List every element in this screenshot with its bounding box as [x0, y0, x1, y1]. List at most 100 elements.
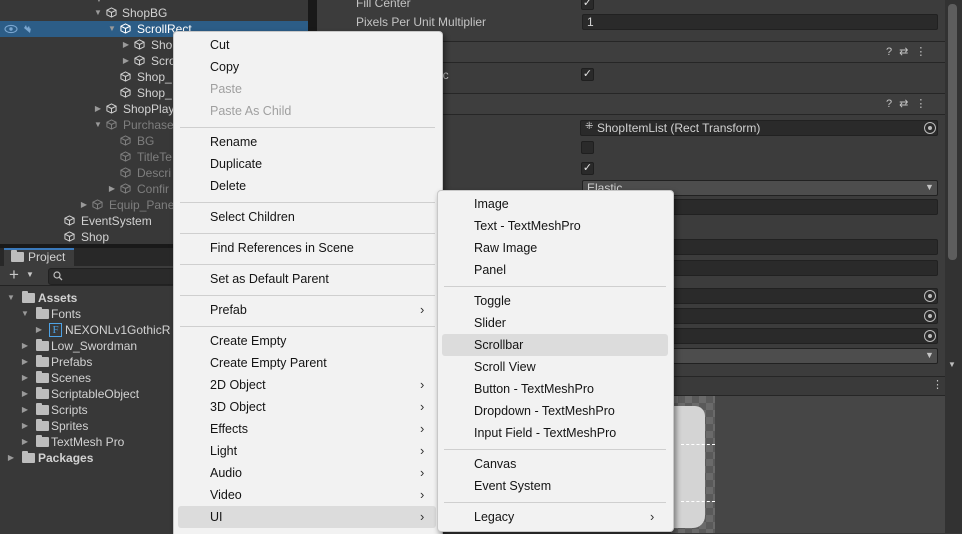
menu-item-create-empty[interactable]: Create Empty: [210, 330, 286, 352]
object-picker-icon[interactable]: [924, 330, 936, 342]
submenu-item-input-field-tmp[interactable]: Input Field - TextMeshPro: [474, 422, 616, 444]
project-folder-icon: [11, 250, 24, 262]
submenu-item-canvas[interactable]: Canvas: [474, 453, 516, 475]
object-picker-icon[interactable]: [924, 290, 936, 302]
component-header-icons[interactable]: ?⇄⋮: [886, 45, 933, 58]
submenu-chevron-icon: ›: [420, 421, 425, 436]
gameobject-cube-icon: [92, 199, 103, 210]
menu-item-paste-as-child[interactable]: Paste As Child: [210, 100, 291, 122]
menu-item-effects[interactable]: Effects: [210, 418, 248, 440]
content-object-field[interactable]: ShopItemList (Rect Transform): [580, 120, 938, 136]
expand-arrow-icon[interactable]: ▼: [6, 290, 16, 306]
gameobject-cube-icon: [106, 119, 117, 130]
collapse-arrow-icon[interactable]: ▶: [20, 402, 30, 418]
gameobject-cube-icon: [120, 135, 131, 146]
menu-item-find-references[interactable]: Find References in Scene: [210, 237, 354, 259]
gameobject-cube-icon: [120, 151, 131, 162]
chevron-down-icon[interactable]: ▼: [925, 350, 934, 360]
add-asset-button[interactable]: +: [9, 266, 19, 284]
gameobject-cube-icon: [106, 7, 117, 18]
submenu-item-toggle[interactable]: Toggle: [474, 290, 511, 312]
tab-project-label: Project: [28, 250, 66, 264]
collapse-arrow-icon[interactable]: ▶: [20, 370, 30, 386]
gameobject-cube-icon: [134, 39, 145, 50]
component-header-icons[interactable]: ?⇄⋮: [886, 97, 933, 110]
chevron-down-icon[interactable]: ▼: [26, 270, 34, 279]
expand-arrow-icon[interactable]: ▼: [93, 5, 103, 21]
menu-item-cut[interactable]: Cut: [210, 34, 229, 56]
collapse-arrow-icon[interactable]: ▶: [6, 450, 16, 466]
collapse-arrow-icon[interactable]: ▶: [79, 197, 89, 213]
menu-item-audio[interactable]: Audio: [210, 462, 242, 484]
collapse-arrow-icon[interactable]: ▶: [20, 354, 30, 370]
folder-icon: [22, 451, 35, 463]
menu-item-create-empty-parent[interactable]: Create Empty Parent: [210, 352, 327, 374]
menu-item-video[interactable]: Video: [210, 484, 242, 506]
submenu-item-panel[interactable]: Panel: [474, 259, 506, 281]
submenu-item-scroll-view[interactable]: Scroll View: [474, 356, 536, 378]
expand-arrow-icon[interactable]: ▼: [93, 117, 103, 133]
sprite-preview: [671, 396, 945, 533]
collapse-arrow-icon[interactable]: ▶: [20, 386, 30, 402]
menu-item-rename[interactable]: Rename: [210, 131, 257, 153]
pickable-hand-icon[interactable]: [21, 24, 33, 34]
submenu-chevron-icon: ›: [420, 487, 425, 502]
submenu-item-scrollbar[interactable]: Scrollbar: [474, 334, 523, 356]
collapse-arrow-icon[interactable]: ▶: [34, 322, 44, 338]
menu-item-delete[interactable]: Delete: [210, 175, 246, 197]
menu-item-prefab[interactable]: Prefab: [210, 299, 247, 321]
submenu-item-text-tmp[interactable]: Text - TextMeshPro: [474, 215, 581, 237]
ppu-multiplier-field[interactable]: 1: [582, 14, 938, 30]
menu-item-3d-object[interactable]: 3D Object: [210, 396, 266, 418]
submenu-item-slider[interactable]: Slider: [474, 312, 506, 334]
menu-item-2d-object[interactable]: 2D Object: [210, 374, 266, 396]
property-checkbox[interactable]: ✓: [581, 68, 594, 81]
collapse-arrow-icon[interactable]: ▶: [93, 101, 103, 117]
horizontal-checkbox[interactable]: [581, 141, 594, 154]
submenu-item-legacy[interactable]: Legacy: [474, 506, 514, 528]
menu-item-paste[interactable]: Paste: [210, 78, 242, 100]
fill-center-checkbox[interactable]: ✓: [581, 0, 594, 10]
expand-arrow-icon[interactable]: ▼: [107, 21, 117, 37]
menu-separator: [444, 449, 666, 450]
menu-separator: [180, 295, 435, 296]
submenu-item-button-tmp[interactable]: Button - TextMeshPro: [474, 378, 594, 400]
collapse-arrow-icon[interactable]: ▶: [20, 434, 30, 450]
preview-header[interactable]: [671, 376, 945, 396]
collapse-arrow-icon[interactable]: ▶: [121, 37, 131, 53]
submenu-item-dropdown-tmp[interactable]: Dropdown - TextMeshPro: [474, 400, 615, 422]
submenu-item-image[interactable]: Image: [474, 193, 509, 215]
gameobject-cube-icon: [106, 103, 117, 114]
ui-submenu: Image Text - TextMeshPro Raw Image Panel…: [437, 190, 674, 532]
submenu-chevron-icon: ›: [650, 509, 655, 524]
folder-icon: [22, 291, 35, 303]
object-picker-icon[interactable]: [924, 122, 936, 134]
menu-item-duplicate[interactable]: Duplicate: [210, 153, 262, 175]
hierarchy-item-shopbg[interactable]: ▼ ShopBG: [0, 5, 308, 21]
visibility-eye-icon[interactable]: [4, 24, 18, 34]
menu-item-ui[interactable]: UI: [210, 506, 223, 528]
collapse-arrow-icon[interactable]: ▶: [20, 418, 30, 434]
folder-icon: [36, 339, 49, 351]
ppu-multiplier-label: Pixels Per Unit Multiplier: [356, 15, 487, 29]
vertical-checkbox[interactable]: ✓: [581, 162, 594, 175]
submenu-chevron-icon: ›: [420, 465, 425, 480]
menu-item-set-default-parent[interactable]: Set as Default Parent: [210, 268, 329, 290]
chevron-down-icon[interactable]: ▼: [925, 182, 934, 192]
inspector-scrollbar-thumb[interactable]: [948, 4, 957, 260]
more-options-icon[interactable]: ⋮: [932, 378, 943, 391]
object-picker-icon[interactable]: [924, 310, 936, 322]
expand-arrow-icon[interactable]: ▼: [20, 306, 30, 322]
collapse-arrow-icon[interactable]: ▶: [107, 181, 117, 197]
collapse-arrow-icon[interactable]: ▶: [121, 53, 131, 69]
menu-item-select-children[interactable]: Select Children: [210, 206, 295, 228]
menu-separator: [180, 202, 435, 203]
collapse-arrow-icon[interactable]: ▶: [20, 338, 30, 354]
submenu-item-event-system[interactable]: Event System: [474, 475, 551, 497]
submenu-chevron-icon: ›: [420, 377, 425, 392]
menu-item-copy[interactable]: Copy: [210, 56, 239, 78]
submenu-item-raw-image[interactable]: Raw Image: [474, 237, 537, 259]
menu-separator: [444, 286, 666, 287]
scroll-down-icon[interactable]: ▼: [948, 360, 956, 369]
menu-item-light[interactable]: Light: [210, 440, 237, 462]
